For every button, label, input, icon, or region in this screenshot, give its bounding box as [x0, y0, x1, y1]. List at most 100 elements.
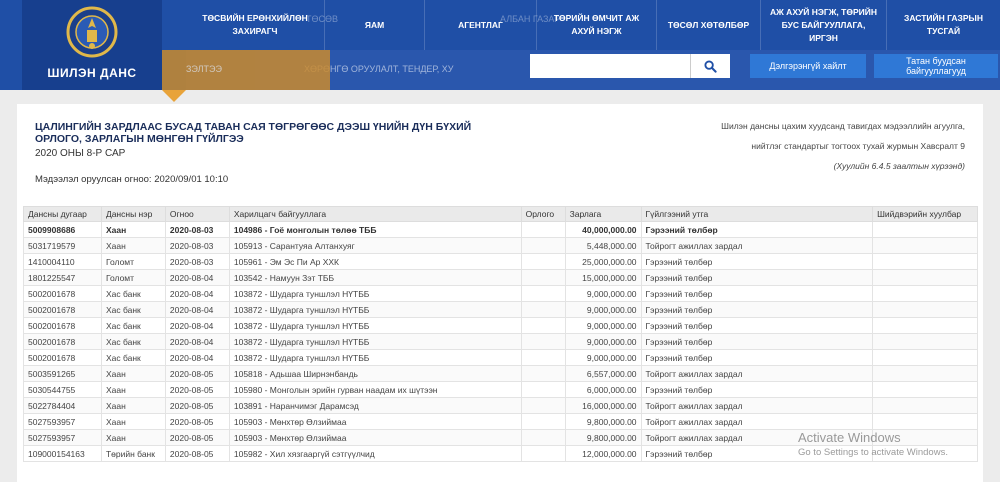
- column-header[interactable]: Шийдвэрийн хуулбар: [872, 206, 978, 222]
- cell-account: 5009908686: [23, 221, 102, 238]
- cell-expense: 16,000,000.00: [564, 397, 642, 414]
- cell-expense: 9,000,000.00: [564, 317, 642, 334]
- nav-item[interactable]: ТӨРИЙН ӨМЧИТ АЖ АХУЙ НЭГЖ: [536, 0, 656, 50]
- cell-account: 1410004110: [23, 253, 102, 270]
- cell-bank: Төрийн банк: [100, 445, 166, 462]
- cell-expense: 9,000,000.00: [564, 333, 642, 350]
- cell-doc: [872, 269, 978, 286]
- nav-item[interactable]: ЗАСТИЙН ГАЗРЫН ТУСГАЙ: [886, 0, 1000, 50]
- cell-income: [520, 301, 566, 318]
- cell-bank: Хаан: [100, 413, 166, 430]
- nav-item-faded[interactable]: ТӨСӨВ: [306, 14, 338, 24]
- nav-item[interactable]: АГЕНТЛАГ: [424, 0, 536, 50]
- updated-date: Мэдээлэл оруулсан огноо: 2020/09/01 10:1…: [35, 174, 229, 185]
- cell-bank: Хас банк: [100, 317, 166, 334]
- cell-date: 2020-08-05: [164, 365, 230, 382]
- nav-item[interactable]: АЖ АХУЙ НЭГЖ, ТӨРИЙН БУС БАЙГУУЛЛАГА, ИР…: [760, 0, 886, 50]
- watermark-title: Activate Windows: [798, 430, 901, 445]
- cell-doc: [872, 301, 978, 318]
- cell-account: 5027593957: [23, 429, 102, 446]
- cell-date: 2020-08-04: [164, 333, 230, 350]
- cell-bank: Хас банк: [100, 333, 166, 350]
- cell-account: 5030544755: [23, 381, 102, 398]
- cell-date: 2020-08-04: [164, 301, 230, 318]
- cell-account: 5002001678: [23, 301, 102, 318]
- cell-expense: 6,000,000.00: [564, 381, 642, 398]
- cell-bank: Хаан: [100, 237, 166, 254]
- search-button[interactable]: [690, 54, 730, 78]
- cell-expense: 6,557,000.00: [564, 365, 642, 382]
- cell-partner: 105980 - Монголын эрийн гурван наадам их…: [228, 381, 522, 398]
- nav-item[interactable]: ЯАМ: [324, 0, 424, 50]
- column-header[interactable]: Зарлага: [564, 206, 642, 222]
- cell-expense: 9,800,000.00: [564, 413, 642, 430]
- cell-bank: Хаан: [100, 221, 166, 238]
- cell-bank: Хас банк: [100, 285, 166, 302]
- cell-partner: 103872 - Шударга туншлэл НҮТББ: [228, 301, 522, 318]
- table-header-row: Дансны дугаар Дансны нэр Огноо Харилцагч ба…: [23, 206, 978, 222]
- cell-doc: [872, 237, 978, 254]
- table-row[interactable]: 5009908686 Хаан 2020-08-03 104986 - Гоё мон…: [23, 221, 978, 238]
- column-header[interactable]: Харилцагч байгууллага: [228, 206, 522, 222]
- cell-purpose: Гэрээний төлбөр: [640, 221, 874, 238]
- cell-purpose: Гэрээний төлбөр: [640, 317, 874, 334]
- nav-item[interactable]: ТӨСӨЛ ХӨТӨЛБӨР: [656, 0, 760, 50]
- cell-purpose: Гэрээний төлбөр: [640, 349, 874, 366]
- table-row[interactable]: 5027593957 Хаан 2020-08-05 105903 - Мөнхтөр…: [23, 413, 978, 430]
- column-header[interactable]: Орлого: [520, 206, 566, 222]
- table-row[interactable]: 5002001678 Хас банк 2020-08-04 103872 - Шуд…: [23, 285, 978, 302]
- cell-income: [520, 413, 566, 430]
- cell-expense: 40,000,000.00: [564, 221, 642, 238]
- cell-bank: Хас банк: [100, 301, 166, 318]
- table-row[interactable]: 1801225547 Голомт 2020-08-04 103542 - Намуу…: [23, 269, 978, 286]
- cell-income: [520, 285, 566, 302]
- windows-watermark: Activate Windows Go to Settings to activ…: [798, 430, 948, 458]
- table-row[interactable]: 5002001678 Хас банк 2020-08-04 103872 - Шуд…: [23, 349, 978, 366]
- cell-income: [520, 365, 566, 382]
- cell-income: [520, 221, 566, 238]
- cell-date: 2020-08-03: [164, 221, 230, 238]
- cell-date: 2020-08-05: [164, 445, 230, 462]
- column-header[interactable]: Дансны нэр: [100, 206, 166, 222]
- cell-purpose: Тойрогт ажиллах зардал: [640, 365, 874, 382]
- table-row[interactable]: 5003591265 Хаан 2020-08-05 105818 - Адьшаа …: [23, 365, 978, 382]
- cell-expense: 15,000,000.00: [564, 269, 642, 286]
- logo-text: ШИЛЭН ДАНС: [47, 66, 137, 80]
- table-row[interactable]: 1410004110 Голомт 2020-08-03 105961 - Эм Эс…: [23, 253, 978, 270]
- table-row[interactable]: 5031719579 Хаан 2020-08-03 105913 - Саранту…: [23, 237, 978, 254]
- logo[interactable]: ШИЛЭН ДАНС: [22, 0, 162, 90]
- cell-date: 2020-08-05: [164, 397, 230, 414]
- cell-expense: 5,448,000.00: [564, 237, 642, 254]
- cell-account: 5031719579: [23, 237, 102, 254]
- detail-search-button[interactable]: Дэлгэрэнгүй хайлт: [750, 54, 866, 78]
- cell-bank: Голомт: [100, 253, 166, 270]
- cell-purpose: Гэрээний төлбөр: [640, 301, 874, 318]
- table-row[interactable]: 5022784404 Хаан 2020-08-05 103891 - Наранчи…: [23, 397, 978, 414]
- cell-partner: 105982 - Хил хязгааргүй сэтгүүлчид: [228, 445, 522, 462]
- table-row[interactable]: 5002001678 Хас банк 2020-08-04 103872 - Шуд…: [23, 301, 978, 318]
- column-header[interactable]: Огноо: [164, 206, 230, 222]
- report-period: 2020 ОНЫ 8-Р САР: [35, 148, 126, 159]
- cell-purpose: Гэрээний төлбөр: [640, 381, 874, 398]
- cell-account: 5022784404: [23, 397, 102, 414]
- cell-account: 5002001678: [23, 317, 102, 334]
- cell-partner: 105818 - Адьшаа Ширнэнбандь: [228, 365, 522, 382]
- cell-bank: Хаан: [100, 397, 166, 414]
- cell-doc: [872, 253, 978, 270]
- downloaded-orgs-button[interactable]: Татан буудсан байгууллагууд: [874, 54, 998, 78]
- search-input[interactable]: [530, 54, 690, 78]
- regulation-note-3: (Хуулийн 6.4.5 заалтын хүрээнд): [833, 161, 965, 171]
- cell-partner: 103872 - Шударга туншлэл НҮТББ: [228, 317, 522, 334]
- nav-item[interactable]: ТӨСВИЙН ЕРӨНХИЙЛӨН ЗАХИРАГЧ: [186, 0, 324, 50]
- cell-date: 2020-08-05: [164, 413, 230, 430]
- column-header[interactable]: Гүйлгээний утга: [640, 206, 874, 222]
- report-panel: ЦАЛИНГИЙН ЗАРДЛААС БУСАД ТАВАН САЯ ТӨГРӨ…: [17, 104, 983, 482]
- table-row[interactable]: 5030544755 Хаан 2020-08-05 105980 - Монголы…: [23, 381, 978, 398]
- table-row[interactable]: 5002001678 Хас банк 2020-08-04 103872 - Шуд…: [23, 317, 978, 334]
- nav-item-faded[interactable]: АЛБАН ГАЗАР: [500, 14, 560, 24]
- table-row[interactable]: 5002001678 Хас банк 2020-08-04 103872 - Шуд…: [23, 333, 978, 350]
- active-tab[interactable]: ЗЭЛТЭЭ: [162, 50, 330, 90]
- cell-purpose: Тойрогт ажиллах зардал: [640, 413, 874, 430]
- cell-income: [520, 381, 566, 398]
- column-header[interactable]: Дансны дугаар: [23, 206, 102, 222]
